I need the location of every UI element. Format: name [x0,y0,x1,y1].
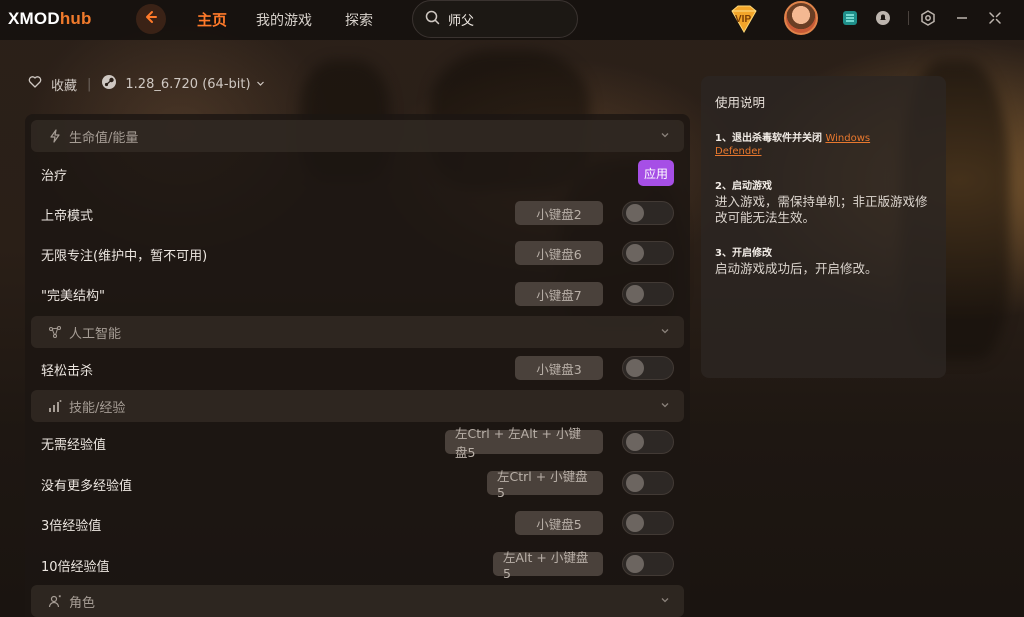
step-1-title: 1、退出杀毒软件并关闭 [715,133,822,144]
network-icon [47,324,63,340]
step-2-title: 2、启动游戏 [715,181,772,192]
row-label-easy-kill: 轻松击杀 [41,364,94,379]
windows-defender-link[interactable]: Windows [825,133,870,144]
top-bar: XMODhub 主页 我的游戏 探索 VIP [0,0,1024,40]
instructions-title: 使用说明 [715,95,766,110]
apply-button[interactable]: 应用 [638,160,674,186]
hotkey-chip[interactable]: 小键盘7 [515,282,603,306]
step-3-text: 启动游戏成功后，开启修改。 [715,261,878,276]
section-ai[interactable]: 人工智能 [31,316,684,348]
row-label-perfect-structure: "完美结构" [41,289,105,304]
toggle-knob [626,433,644,451]
vip-label: VIP [735,14,752,25]
steam-icon [101,74,117,94]
section-title: 生命值/能量 [69,130,139,146]
section-title: 人工智能 [69,326,122,342]
toggle-3x-xp[interactable] [622,511,674,535]
windows-defender-link[interactable]: Defender [715,146,932,157]
step-1: 1、退出杀毒软件并关闭 Windows [715,129,932,144]
toggle-infinite-focus[interactable] [622,241,674,265]
row-label-heal: 治疗 [41,169,68,184]
toggle-knob [626,244,644,262]
user-avatar[interactable] [784,1,818,35]
chevron-down-icon[interactable] [660,129,670,144]
search-box[interactable] [412,0,578,38]
row-label-3x-xp: 3倍经验值 [41,519,102,534]
toggle-god-mode[interactable] [622,201,674,225]
coin-icon[interactable] [841,9,859,27]
row-label-10x-xp: 10倍经验值 [41,560,110,575]
row-label-infinite-focus: 无限专注(维护中，暂不可用) [41,249,208,264]
chevron-down-icon[interactable] [660,325,670,340]
toggle-knob [626,514,644,532]
bars-icon [47,398,63,414]
instructions-panel: 使用说明 1、退出杀毒软件并关闭 Windows Defender 2、启动游戏… [701,76,946,378]
chevron-down-icon[interactable] [660,399,670,414]
toggle-no-xp[interactable] [622,430,674,454]
toggle-easy-kill[interactable] [622,356,674,380]
game-meta: 收藏 | 1.28_6.720 (64-bit) [28,74,265,94]
toggle-perfect-structure[interactable] [622,282,674,306]
hotkey-chip[interactable]: 小键盘5 [515,511,603,535]
close-icon[interactable] [986,9,1004,27]
hotkey-chip[interactable]: 小键盘6 [515,241,603,265]
toggle-no-more-xp[interactable] [622,471,674,495]
section-title: 技能/经验 [69,400,126,416]
toggle-knob [626,204,644,222]
chevron-down-icon[interactable] [256,77,265,92]
step-3-title: 3、开启修改 [715,248,772,259]
app-logo[interactable]: XMODhub [8,9,92,29]
nav-home[interactable]: 主页 [197,9,227,30]
hotkey-chip[interactable]: 左Alt + 小键盘5 [493,550,603,581]
settings-icon[interactable] [919,9,937,27]
row-label-no-xp: 无需经验值 [41,438,107,453]
toggle-knob [626,285,644,303]
favorite-label[interactable]: 收藏 [51,75,77,94]
toggle-knob [626,474,644,492]
section-character[interactable]: 角色 [31,585,684,617]
toggle-knob [626,555,644,573]
hotkey-chip[interactable]: 左Ctrl + 小键盘5 [487,469,603,500]
toggle-knob [626,359,644,377]
bell-icon[interactable] [874,9,892,27]
toolbar-divider [908,11,909,25]
nav-explore[interactable]: 探索 [345,10,373,30]
hotkey-chip[interactable]: 左Ctrl + 左Alt + 小键盘5 [445,426,603,460]
arrow-left-icon [143,9,159,29]
hotkey-chip[interactable]: 小键盘3 [515,356,603,380]
step-2-text: 进入游戏，需保持单机；非正版游戏修改可能无法生效。 [715,194,928,225]
back-button[interactable] [136,4,166,34]
cheat-panel: 生命值/能量 治疗 应用 上帝模式 小键盘2 无限专注(维护中，暂不可用) 小键… [25,114,690,617]
search-icon [425,10,440,29]
minimize-icon[interactable] [953,9,971,27]
nav-my-games[interactable]: 我的游戏 [256,10,312,30]
version-select[interactable]: 1.28_6.720 (64-bit) [125,77,250,92]
bolt-icon [47,128,63,144]
row-label-no-more-xp: 没有更多经验值 [41,479,133,494]
section-title: 角色 [69,595,96,611]
chevron-down-icon[interactable] [660,594,670,609]
person-icon [47,593,63,609]
section-health-energy[interactable]: 生命值/能量 [31,120,684,152]
heart-icon[interactable] [28,75,42,93]
search-input[interactable] [448,11,568,27]
hotkey-chip[interactable]: 小键盘2 [515,201,603,225]
row-label-god-mode: 上帝模式 [41,209,94,224]
section-skills-xp[interactable]: 技能/经验 [31,390,684,422]
vip-badge[interactable]: VIP [726,3,762,35]
toggle-10x-xp[interactable] [622,552,674,576]
